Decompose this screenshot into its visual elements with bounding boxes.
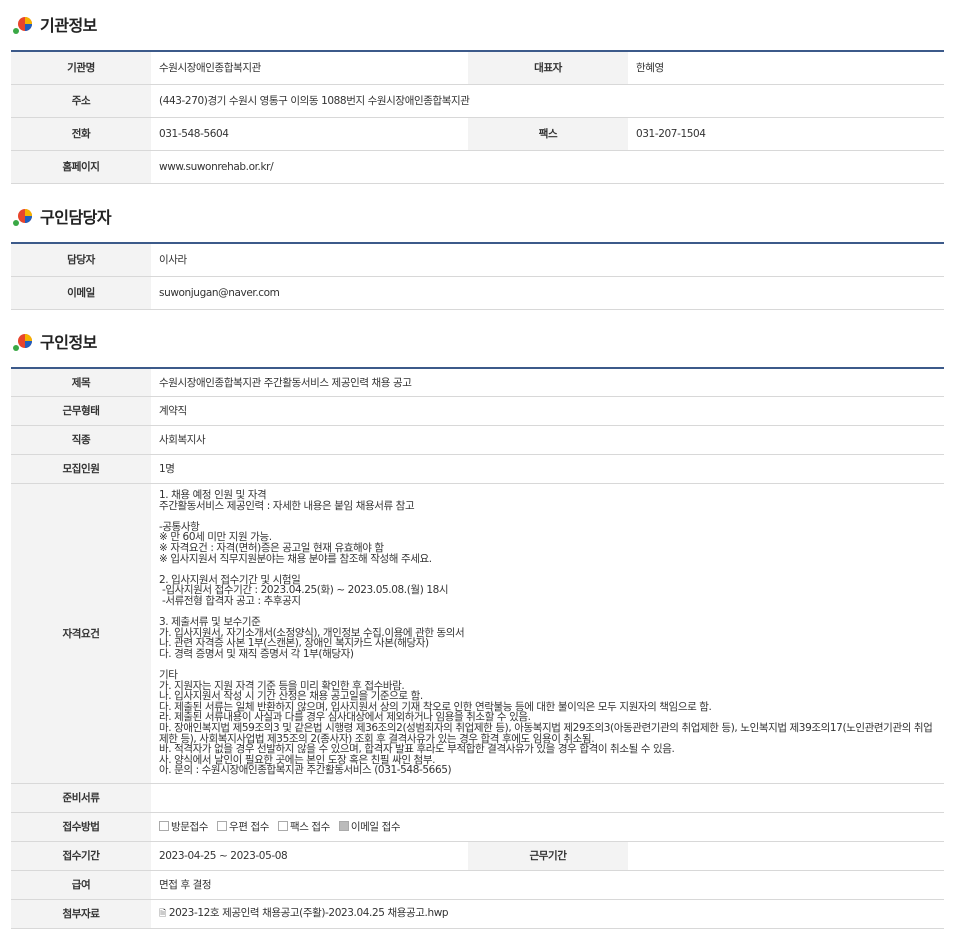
- table-row: 준비서류: [11, 783, 944, 813]
- table-row: 모집인원 1명: [11, 454, 944, 484]
- section-title-org: 기관정보: [12, 12, 97, 36]
- job-docs-label: 준비서류: [11, 783, 151, 813]
- table-row: 담당자 이사라: [11, 243, 944, 277]
- table-row: 근무형태 계약직: [11, 396, 944, 426]
- job-count-value: 1명: [151, 454, 944, 484]
- table-row: 접수방법 방문접수 우편 접수 팩스 접수 이메일 접수: [11, 812, 944, 842]
- contact-email-value: suwonjugan@naver.com: [151, 276, 944, 310]
- job-salary-value: 면접 후 결정: [151, 870, 944, 900]
- org-addr-label: 주소: [11, 84, 151, 118]
- section-title-contact: 구인담당자: [12, 204, 112, 228]
- table-row: 접수기간 2023-04-25 ~ 2023-05-08 근무기간: [11, 841, 944, 871]
- job-period-value: 2023-04-25 ~ 2023-05-08: [151, 841, 468, 871]
- job-qual-label: 자격요건: [11, 483, 151, 784]
- section-title-text: 구인정보: [40, 333, 97, 352]
- logo-icon: [13, 17, 32, 34]
- section-title-text: 구인담당자: [40, 208, 112, 227]
- job-qual-value: 1. 채용 예정 인원 및 자격 주간활동서비스 제공인력 : 자세한 내용은 …: [151, 483, 944, 784]
- org-tel-label: 전화: [11, 117, 151, 151]
- org-home-link[interactable]: www.suwonrehab.or.kr/: [151, 150, 944, 184]
- section-title-job: 구인정보: [12, 329, 97, 353]
- job-count-label: 모집인원: [11, 454, 151, 484]
- job-field-value: 사회복지사: [151, 425, 944, 455]
- section-title-text: 기관정보: [40, 16, 97, 35]
- method-label: 우편 접수: [229, 821, 269, 833]
- job-info-table: 제목 수원시장애인종합복지관 주간활동서비스 제공인력 채용 공고 근무형태 계…: [11, 367, 944, 929]
- job-workhours-value: [628, 841, 944, 871]
- job-workhours-label: 근무기간: [468, 841, 628, 871]
- method-label: 방문접수: [171, 821, 209, 833]
- org-addr-value: (443-270)경기 수원시 영통구 이의동 1088번지 수원시장애인종합복…: [151, 84, 944, 118]
- table-row: 제목 수원시장애인종합복지관 주간활동서비스 제공인력 채용 공고: [11, 368, 944, 397]
- contact-person-value: 이사라: [151, 243, 944, 277]
- method-option-visit: 방문접수: [159, 821, 208, 833]
- contact-info-table: 담당자 이사라 이메일 suwonjugan@naver.com: [11, 242, 944, 310]
- job-attach-label: 첨부자료: [11, 899, 151, 929]
- attachment-link[interactable]: 2023-12호 제공인력 채용공고(주활)-2023.04.25 채용공고.h…: [169, 907, 449, 919]
- checkbox-fax: [277, 821, 288, 831]
- contact-person-label: 담당자: [11, 243, 151, 277]
- job-title-value: 수원시장애인종합복지관 주간활동서비스 제공인력 채용 공고: [151, 368, 944, 397]
- contact-email-label: 이메일: [11, 276, 151, 310]
- table-row: 급여 면접 후 결정: [11, 870, 944, 900]
- table-row: 직종 사회복지사: [11, 425, 944, 455]
- job-docs-value: [151, 783, 944, 813]
- org-fax-label: 팩스: [468, 117, 628, 151]
- logo-icon: [13, 334, 32, 351]
- table-row: 홈페이지 www.suwonrehab.or.kr/: [11, 150, 944, 184]
- org-name-value: 수원시장애인종합복지관: [151, 51, 468, 85]
- org-home-label: 홈페이지: [11, 150, 151, 184]
- checkbox-mail: [217, 821, 227, 831]
- logo-icon: [13, 209, 32, 226]
- method-label: 팩스 접수: [289, 821, 330, 833]
- method-option-fax: 팩스 접수: [277, 821, 330, 833]
- org-info-table: 기관명 수원시장애인종합복지관 대표자 한혜영 주소 (443-270)경기 수…: [11, 50, 944, 184]
- org-rep-label: 대표자: [468, 51, 628, 85]
- job-salary-label: 급여: [11, 870, 151, 900]
- file-icon: 🗎: [159, 909, 166, 919]
- org-fax-value: 031-207-1504: [628, 117, 944, 151]
- job-attach-cell: 🗎 2023-12호 제공인력 채용공고(주활)-2023.04.25 채용공고.…: [151, 899, 944, 929]
- job-type-label: 근무형태: [11, 396, 151, 426]
- job-field-label: 직종: [11, 425, 151, 455]
- table-row: 기관명 수원시장애인종합복지관 대표자 한혜영: [11, 51, 944, 85]
- method-option-email: 이메일 접수: [338, 821, 401, 833]
- org-name-label: 기관명: [11, 51, 151, 85]
- job-method-options: 방문접수 우편 접수 팩스 접수 이메일 접수: [151, 812, 944, 842]
- table-row: 주소 (443-270)경기 수원시 영통구 이의동 1088번지 수원시장애인…: [11, 84, 944, 118]
- table-row: 전화 031-548-5604 팩스 031-207-1504: [11, 117, 944, 151]
- org-tel-value: 031-548-5604: [151, 117, 468, 151]
- table-row: 자격요건 1. 채용 예정 인원 및 자격 주간활동서비스 제공인력 : 자세한…: [11, 483, 944, 784]
- job-method-label: 접수방법: [11, 812, 151, 842]
- method-option-mail: 우편 접수: [217, 821, 269, 833]
- table-row: 이메일 suwonjugan@naver.com: [11, 276, 944, 310]
- checkbox-email: [338, 821, 349, 831]
- method-label: 이메일 접수: [350, 821, 401, 833]
- org-rep-value: 한혜영: [628, 51, 944, 85]
- checkbox-visit: [159, 821, 169, 831]
- table-row: 첨부자료 🗎 2023-12호 제공인력 채용공고(주활)-2023.04.25 …: [11, 899, 944, 929]
- job-title-label: 제목: [11, 368, 151, 397]
- job-type-value: 계약직: [151, 396, 944, 426]
- job-period-label: 접수기간: [11, 841, 151, 871]
